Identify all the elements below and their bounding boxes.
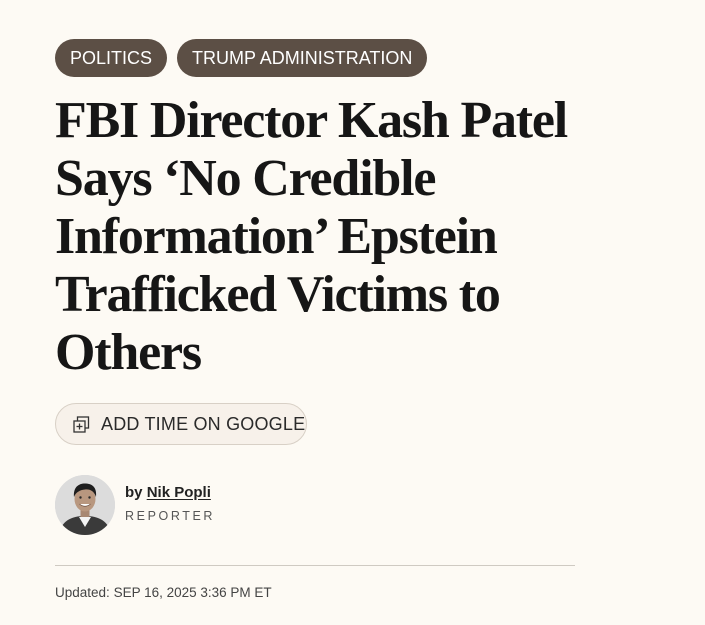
author-name-link[interactable]: Nik Popli — [147, 484, 211, 501]
updated-timestamp: Updated: SEP 16, 2025 3:36 PM ET — [55, 585, 272, 600]
byline: by Nik Popli — [125, 484, 215, 501]
author-text: by Nik Popli REPORTER — [125, 484, 215, 523]
byline-prefix: by — [125, 483, 143, 501]
tag-trump-administration[interactable]: TRUMP ADMINISTRATION — [177, 39, 428, 77]
updated-label: Updated: — [55, 585, 110, 600]
author-role: REPORTER — [125, 508, 216, 523]
article-headline: FBI Director Kash Patel Says ‘No Credibl… — [55, 92, 568, 381]
divider — [55, 565, 575, 566]
add-time-on-google-label: ADD TIME ON GOOGLE — [101, 413, 306, 434]
add-time-on-google-button[interactable]: ADD TIME ON GOOGLE — [55, 403, 307, 445]
tag-politics[interactable]: POLITICS — [55, 39, 168, 77]
tag-list: POLITICS TRUMP ADMINISTRATION — [55, 39, 428, 77]
updated-time: SEP 16, 2025 3:36 PM ET — [113, 585, 272, 600]
author-avatar[interactable] — [55, 475, 115, 535]
add-source-icon — [73, 415, 90, 433]
author-block: by Nik Popli REPORTER — [55, 475, 215, 535]
